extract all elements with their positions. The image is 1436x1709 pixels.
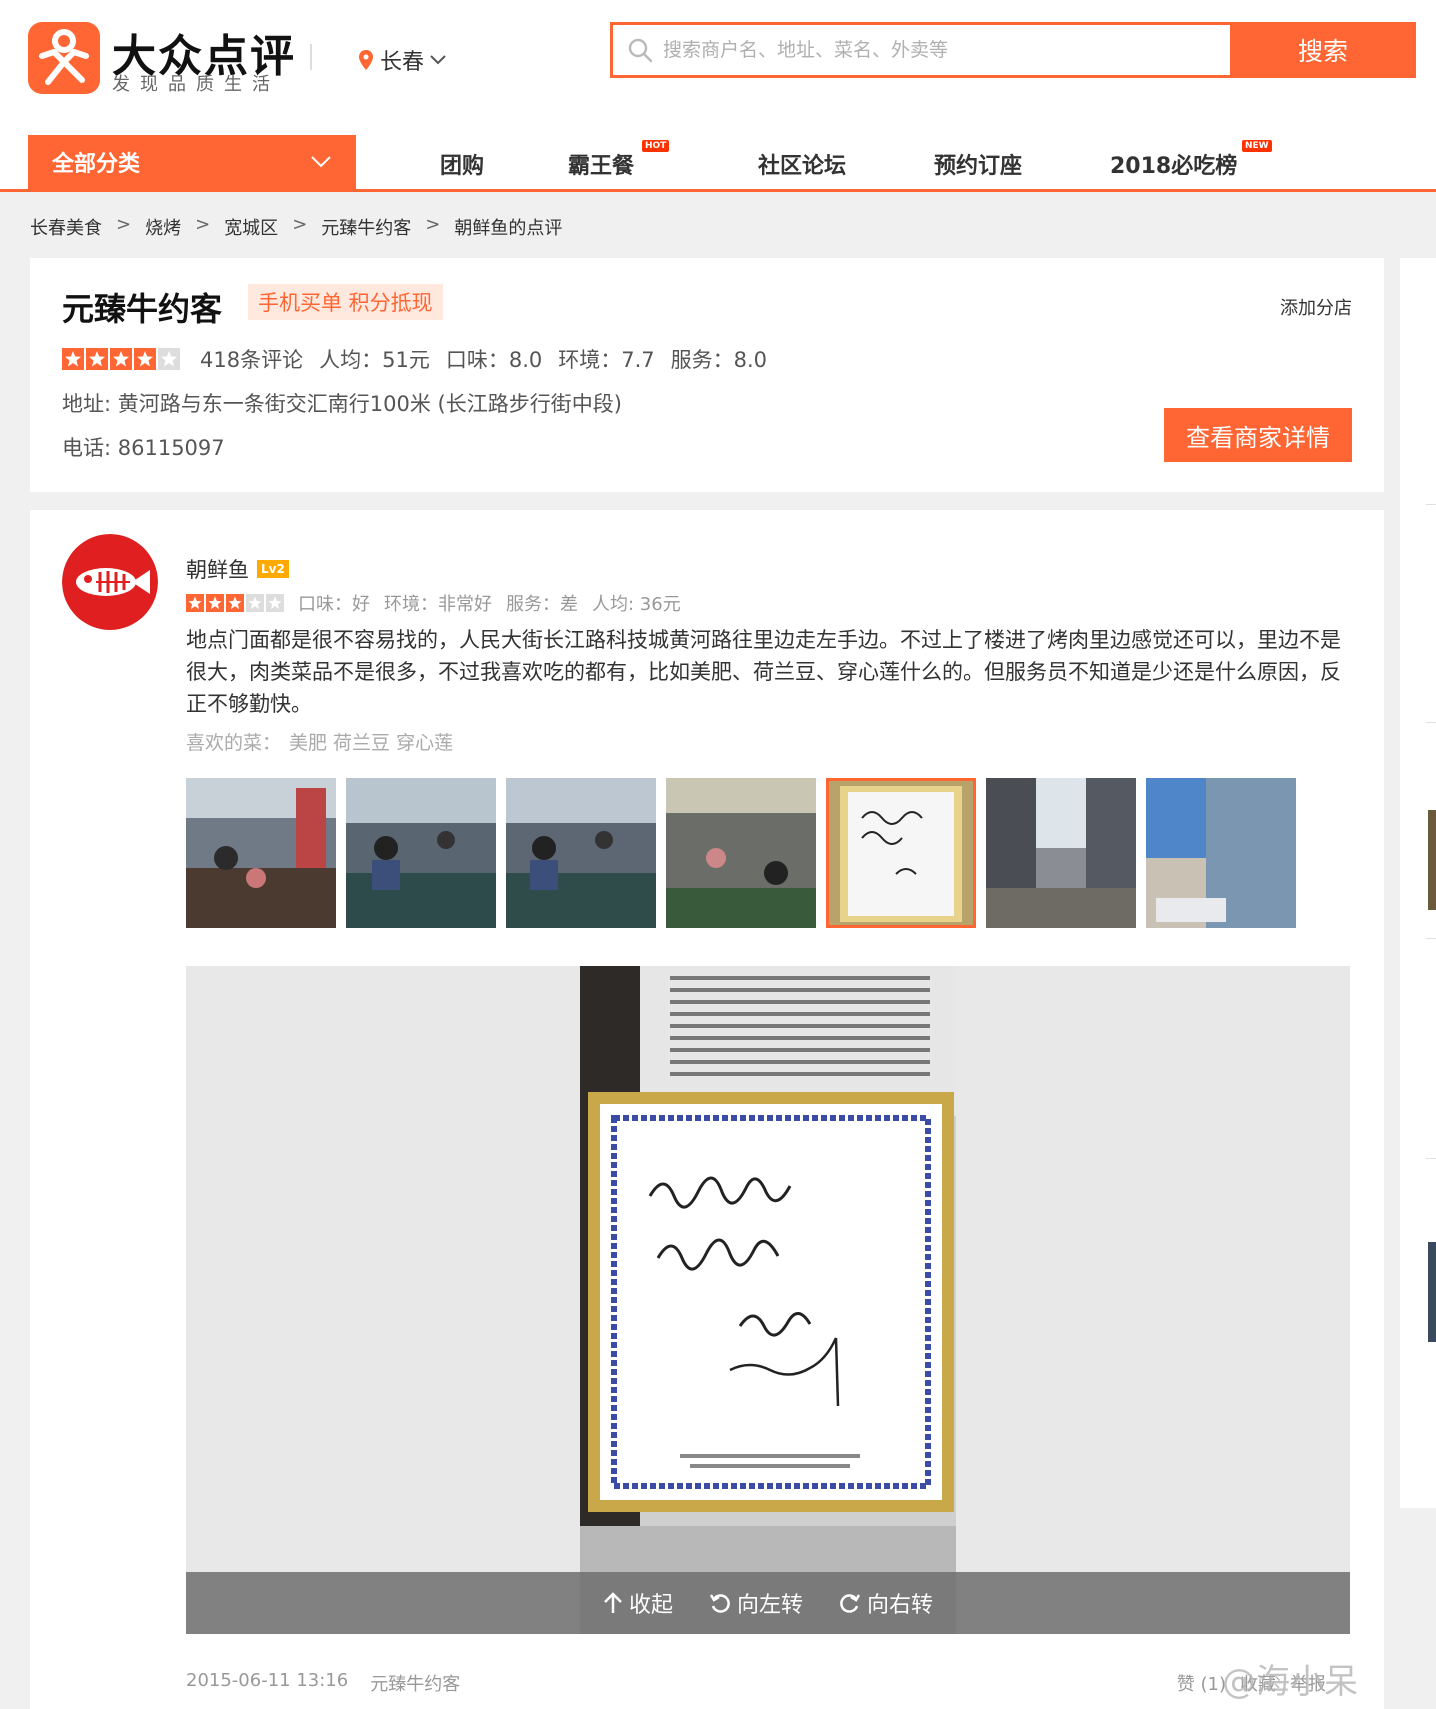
- sidebar-thumb[interactable]: [1428, 1242, 1436, 1342]
- main-nav: 全部分类 团购 霸王餐 HOT 社区论坛 预约订座 2018必吃榜 NEW: [0, 134, 1436, 192]
- breadcrumb-item[interactable]: 元臻牛约客: [321, 214, 411, 240]
- nav-item-must-eat[interactable]: 2018必吃榜 NEW: [1110, 140, 1272, 180]
- liked-dishes[interactable]: 美肥 荷兰豆 穿心莲: [289, 732, 453, 754]
- review-taste: 口味：好: [298, 594, 370, 615]
- search-box: 搜索: [610, 22, 1416, 78]
- breadcrumb: 长春美食 > 烧烤 > 宽城区 > 元臻牛约客 > 朝鲜鱼的点评: [30, 214, 563, 240]
- dianping-logo-icon[interactable]: [28, 22, 100, 94]
- rotate-right-button[interactable]: 向右转: [839, 1587, 933, 1619]
- photo-viewer-image[interactable]: [580, 966, 956, 1634]
- nav-item-forum[interactable]: 社区论坛: [758, 148, 846, 180]
- search-button[interactable]: 搜索: [1230, 22, 1416, 78]
- view-shop-details-button[interactable]: 查看商家详情: [1164, 408, 1352, 462]
- star-full-icon: [62, 348, 84, 370]
- nav-item-groupbuy[interactable]: 团购: [440, 148, 484, 180]
- shop-address: 地址: 黄河路与东一条街交汇南行100米 (长江路步行街中段): [62, 392, 622, 416]
- review-photo-thumb-selected[interactable]: [826, 778, 976, 928]
- sidebar-thumb[interactable]: [1428, 810, 1436, 910]
- avg-price: 人均：51元: [319, 348, 430, 372]
- location-pin-icon: [359, 50, 373, 70]
- nav-item-reservation[interactable]: 预约订座: [934, 148, 1022, 180]
- breadcrumb-item[interactable]: 烧烤: [145, 214, 181, 240]
- star-empty-icon: [266, 594, 284, 612]
- taste-score: 口味：8.0: [445, 348, 543, 372]
- shop-rating-row: 418条评论 人均：51元 口味：8.0 环境：7.7 服务：8.0: [62, 344, 783, 374]
- all-categories-label: 全部分类: [52, 152, 141, 177]
- shop-info-card: 元臻牛约客 手机买单 积分抵现 添加分店 418条评论 人均：51元 口味：8.…: [30, 258, 1384, 492]
- weibo-watermark: @海小呆: [1222, 1662, 1358, 1702]
- review-photo-thumb[interactable]: [986, 778, 1136, 928]
- right-sidebar: [1400, 258, 1436, 1508]
- search-input[interactable]: [613, 25, 1233, 75]
- review-avg-price: 人均: 36元: [592, 594, 681, 615]
- chevron-down-icon: [311, 156, 331, 168]
- collapse-button[interactable]: 收起: [603, 1587, 673, 1619]
- star-full-icon: [110, 348, 132, 370]
- user-level-badge: Lv2: [257, 560, 289, 578]
- reviewer-name-row: 朝鲜鱼 Lv2: [186, 554, 289, 584]
- breadcrumb-item[interactable]: 宽城区: [224, 214, 278, 240]
- star-empty-icon: [246, 594, 264, 612]
- review-photo-thumb[interactable]: [346, 778, 496, 928]
- breadcrumb-current: 朝鲜鱼的点评: [454, 218, 563, 239]
- all-categories-menu[interactable]: 全部分类: [28, 135, 356, 189]
- chevron-down-icon: [430, 55, 446, 65]
- nav-item-bawangcan[interactable]: 霸王餐 HOT: [568, 140, 670, 180]
- photo-viewer-toolbar: 收起 向左转 向右转: [186, 1572, 1350, 1634]
- star-full-icon: [134, 348, 156, 370]
- arrow-up-icon: [604, 1592, 622, 1613]
- star-full-icon: [86, 348, 108, 370]
- header-divider: [310, 44, 312, 70]
- review-count[interactable]: 418条评论: [200, 344, 303, 374]
- shop-name: 元臻牛约客: [62, 290, 223, 328]
- sidebar-divider: [1426, 1158, 1436, 1159]
- review-rating-row: 口味：好 环境：非常好 服务：差 人均: 36元: [186, 590, 695, 616]
- reviewer-name[interactable]: 朝鲜鱼: [186, 554, 249, 584]
- shop-star-rating: [62, 348, 180, 370]
- rotate-left-button[interactable]: 向左转: [709, 1587, 803, 1619]
- liked-dishes-row: 喜欢的菜： 美肥 荷兰豆 穿心莲: [186, 728, 453, 755]
- sidebar-divider: [1426, 504, 1436, 505]
- sidebar-divider: [1426, 938, 1436, 939]
- review-star-rating: [186, 594, 284, 612]
- city-selector[interactable]: 长春: [358, 44, 446, 76]
- logo-slogan: 发现品质生活: [112, 74, 280, 95]
- review-date: 2015-06-11 13:16: [186, 1670, 349, 1691]
- photo-viewer: 收起 向左转 向右转: [186, 966, 1350, 1634]
- review-photo-thumb[interactable]: [186, 778, 336, 928]
- review-card: 朝鲜鱼 Lv2 口味：好 环境：非常好 服务：差 人均: 36元 地点门面都是很…: [30, 510, 1384, 1709]
- environment-score: 环境：7.7: [558, 348, 655, 372]
- city-name: 长春: [380, 50, 425, 75]
- review-environment: 环境：非常好: [384, 594, 492, 615]
- star-full-icon: [186, 594, 204, 612]
- like-button[interactable]: 赞 (1): [1177, 1670, 1226, 1696]
- add-branch-link[interactable]: 添加分店: [1280, 294, 1352, 320]
- hot-badge: HOT: [642, 140, 670, 152]
- rotate-right-icon: [840, 1594, 861, 1613]
- rotate-left-icon: [709, 1594, 730, 1613]
- review-text: 地点门面都是很不容易找的，人民大街长江路科技城黄河路往里边走左手边。不过上了楼进…: [186, 628, 1341, 716]
- review-photo-thumb[interactable]: [1146, 778, 1296, 928]
- avatar[interactable]: [62, 534, 158, 630]
- star-full-icon: [206, 594, 224, 612]
- liked-dishes-label: 喜欢的菜：: [186, 732, 282, 754]
- shop-phone: 电话: 86115097: [62, 436, 225, 460]
- review-service: 服务：差: [506, 594, 578, 615]
- sidebar-divider: [1426, 722, 1436, 723]
- service-score: 服务：8.0: [670, 348, 768, 372]
- star-full-icon: [226, 594, 244, 612]
- breadcrumb-item[interactable]: 长春美食: [30, 214, 102, 240]
- shop-promo-tag[interactable]: 手机买单 积分抵现: [248, 284, 443, 320]
- review-footer: 2015-06-11 13:16 元臻牛约客: [186, 1670, 460, 1696]
- review-photo-thumb[interactable]: [506, 778, 656, 928]
- review-photo-strip: [186, 778, 1296, 928]
- star-empty-icon: [158, 348, 180, 370]
- review-photo-thumb[interactable]: [666, 778, 816, 928]
- new-badge: NEW: [1242, 140, 1272, 152]
- review-shop-link[interactable]: 元臻牛约客: [370, 1670, 460, 1696]
